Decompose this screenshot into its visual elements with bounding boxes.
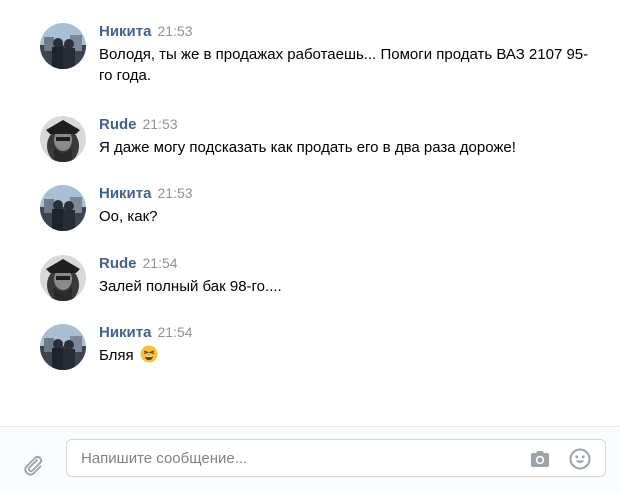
message-input[interactable]: Напишите сообщение...	[66, 439, 606, 477]
message-text-content: Бляя	[99, 347, 134, 364]
message-meta: Rude 21:53	[99, 116, 178, 134]
message-meta: Никита 21:53	[99, 23, 193, 41]
author-name[interactable]: Никита	[99, 185, 151, 202]
paperclip-icon[interactable]	[20, 452, 46, 478]
message-time[interactable]: 21:53	[157, 185, 192, 201]
message-text: Бляя	[99, 345, 599, 366]
message-text: Я даже могу подсказать как продать его в…	[99, 139, 516, 156]
message-text: Володя, ты же в продажах работаешь... По…	[99, 46, 589, 84]
message-meta: Rude 21:54	[99, 255, 178, 273]
message-time[interactable]: 21:54	[143, 255, 178, 271]
author-name[interactable]: Rude	[99, 255, 137, 272]
avatar[interactable]	[40, 185, 86, 231]
author-name[interactable]: Rude	[99, 116, 137, 133]
message-text: Оо, как?	[99, 208, 158, 225]
tired-face-emoji	[140, 345, 158, 363]
author-name[interactable]: Никита	[99, 324, 151, 341]
message-list: Никита 21:53 Володя, ты же в продажах раб…	[0, 0, 620, 426]
message-meta: Никита 21:54	[99, 324, 193, 342]
message-input-placeholder: Напишите сообщение...	[81, 450, 248, 467]
smile-icon[interactable]	[568, 447, 592, 471]
avatar[interactable]	[40, 324, 86, 370]
avatar[interactable]	[40, 255, 86, 301]
author-name[interactable]: Никита	[99, 23, 151, 40]
message-composer: Напишите сообщение...	[0, 426, 620, 492]
camera-icon[interactable]	[528, 447, 552, 471]
message-text: Залей полный бак 98-го....	[99, 278, 282, 295]
avatar[interactable]	[40, 23, 86, 69]
message-time[interactable]: 21:53	[157, 23, 192, 39]
message-meta: Никита 21:53	[99, 185, 193, 203]
message-time[interactable]: 21:54	[157, 324, 192, 340]
message-time[interactable]: 21:53	[143, 116, 178, 132]
avatar[interactable]	[40, 116, 86, 162]
